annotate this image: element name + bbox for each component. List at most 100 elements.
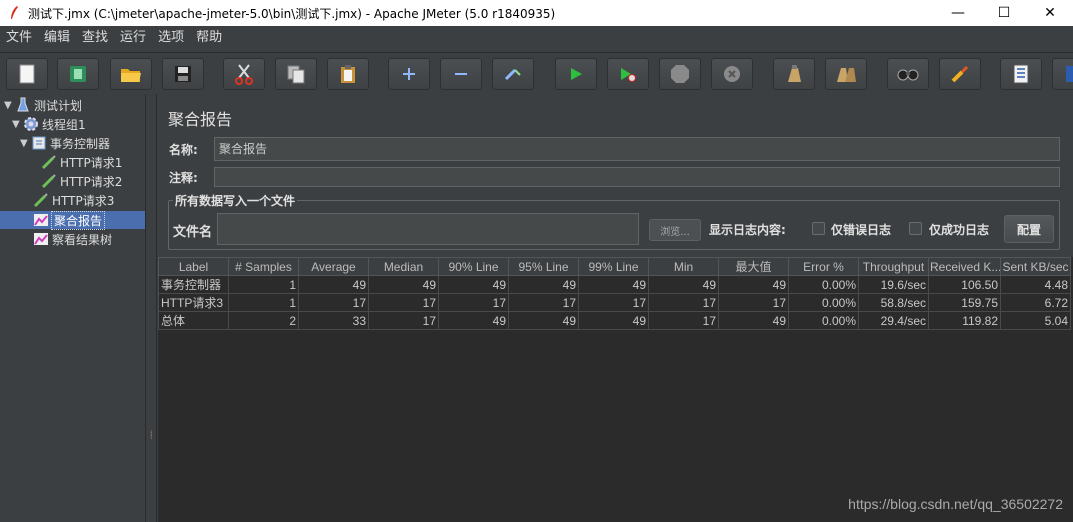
expand-all-button[interactable] (388, 58, 430, 90)
column-header[interactable]: Throughput (858, 257, 929, 276)
table-cell: 1 (228, 293, 299, 312)
name-field[interactable]: 聚合报告 (214, 137, 1060, 161)
menu-options[interactable]: 选项 (152, 26, 190, 50)
cut-icon (234, 63, 254, 85)
table-cell: 17 (578, 293, 649, 312)
sampler-icon (32, 192, 50, 208)
group-title: 所有数据写入一个文件 (173, 192, 298, 209)
chevron-down-icon: ▼ (20, 137, 28, 149)
tree-item-label: 察看结果树 (52, 232, 113, 247)
tree-item-http-request-2[interactable]: HTTP请求2 (40, 172, 122, 190)
table-cell: 17 (438, 293, 509, 312)
column-header[interactable]: # Samples (228, 257, 299, 276)
tree-item-transaction-controller[interactable]: ▼ 事务控制器 (20, 134, 110, 152)
comment-row: 注释: (166, 164, 1060, 190)
reset-search-button[interactable] (939, 58, 981, 90)
toggle-icon (503, 65, 523, 83)
table-cell: 49 (718, 311, 789, 330)
menu-run[interactable]: 运行 (114, 26, 152, 50)
menu-edit[interactable]: 编辑 (38, 26, 76, 50)
browse-button[interactable]: 浏览... (649, 219, 701, 241)
collapse-all-button[interactable] (440, 58, 482, 90)
table-cell: 0.00% (788, 293, 859, 312)
chevron-down-icon: ▼ (4, 99, 12, 111)
function-helper-button[interactable] (1000, 58, 1042, 90)
minimize-button[interactable]: — (935, 0, 981, 26)
table-cell: 17 (368, 311, 439, 330)
table-row[interactable]: 事务控制器 1 49 49 49 49 49 49 49 0.00% 19.6/… (158, 275, 1071, 294)
table-cell: 49 (648, 275, 719, 294)
table-cell: 17 (648, 293, 719, 312)
listener-icon (32, 212, 50, 228)
column-header[interactable]: Error % (788, 257, 859, 276)
tree-item-http-request-1[interactable]: HTTP请求1 (40, 153, 122, 171)
title-bar: 测试下.jmx (C:\jmeter\apache-jmeter-5.0\bin… (0, 0, 1073, 26)
table-cell: 49 (718, 275, 789, 294)
menu-help[interactable]: 帮助 (190, 26, 228, 50)
tree-item-label: 线程组1 (42, 117, 86, 132)
help-button[interactable] (1052, 58, 1073, 90)
new-button[interactable] (6, 58, 48, 90)
paste-button[interactable] (327, 58, 369, 90)
minimize-icon: — (951, 5, 965, 21)
search-icon (897, 67, 919, 81)
split-pane-divider[interactable]: ⁞ ⁞ (145, 94, 157, 522)
tree-item-view-results-tree[interactable]: 察看结果树 (32, 230, 112, 248)
toggle-button[interactable] (492, 58, 534, 90)
table-cell: 事务控制器 (158, 275, 229, 294)
filename-input[interactable] (217, 213, 639, 245)
save-button[interactable] (162, 58, 204, 90)
stop-button[interactable] (659, 58, 701, 90)
table-header-row: Label # Samples Average Median 90% Line … (158, 257, 1071, 276)
table-row[interactable]: 总体 2 33 17 49 49 49 17 49 0.00% 29.4/sec… (158, 311, 1071, 330)
column-header[interactable]: 最大值 (718, 257, 789, 276)
tree-item-aggregate-report[interactable]: 聚合报告 (32, 210, 106, 230)
table-row[interactable]: HTTP请求3 1 17 17 17 17 17 17 17 0.00% 58.… (158, 293, 1071, 312)
column-header[interactable]: 99% Line (578, 257, 649, 276)
table-cell: 159.75 (928, 293, 1001, 312)
help-icon (1064, 65, 1073, 83)
shutdown-button[interactable] (711, 58, 753, 90)
menu-file[interactable]: 文件 (0, 26, 38, 50)
column-header[interactable]: Min (648, 257, 719, 276)
column-header[interactable]: 90% Line (438, 257, 509, 276)
test-plan-icon (14, 97, 32, 113)
column-header[interactable]: Average (298, 257, 369, 276)
menu-search[interactable]: 查找 (76, 26, 114, 50)
maximize-icon: ☐ (997, 5, 1011, 21)
start-no-pauses-button[interactable] (607, 58, 649, 90)
chevron-down-icon: ▼ (12, 118, 20, 130)
comment-field[interactable] (214, 167, 1060, 187)
errors-only-checkbox[interactable] (812, 222, 825, 235)
tree-item-label: HTTP请求1 (60, 155, 123, 170)
tree-item-http-request-3[interactable]: HTTP请求3 (32, 191, 114, 209)
column-header[interactable]: Label (158, 257, 229, 276)
maximize-button[interactable]: ☐ (981, 0, 1027, 26)
column-header[interactable]: Received K... (928, 257, 1001, 276)
column-header[interactable]: 95% Line (508, 257, 579, 276)
templates-icon (68, 64, 88, 84)
tree-item-test-plan[interactable]: ▼ 测试计划 (4, 96, 82, 114)
table-cell: 49 (578, 311, 649, 330)
open-button[interactable] (110, 58, 152, 90)
column-header[interactable]: Median (368, 257, 439, 276)
copy-button[interactable] (275, 58, 317, 90)
templates-button[interactable] (57, 58, 99, 90)
clear-all-button[interactable] (825, 58, 867, 90)
configure-button[interactable]: 配置 (1004, 215, 1054, 243)
clear-button[interactable] (773, 58, 815, 90)
table-cell: 58.8/sec (858, 293, 929, 312)
success-only-checkbox[interactable] (909, 222, 922, 235)
table-cell: 49 (508, 311, 579, 330)
search-button[interactable] (887, 58, 929, 90)
start-button[interactable] (555, 58, 597, 90)
success-only-label: 仅成功日志 (929, 223, 990, 237)
results-table: Label # Samples Average Median 90% Line … (158, 257, 1073, 522)
close-button[interactable]: ✕ (1027, 0, 1073, 26)
table-cell: 17 (298, 293, 369, 312)
column-header[interactable]: Sent KB/sec (1000, 257, 1071, 276)
reset-search-icon (950, 64, 970, 84)
listener-icon (32, 231, 50, 247)
cut-button[interactable] (223, 58, 265, 90)
tree-item-thread-group[interactable]: ▼ 线程组1 (12, 115, 86, 133)
